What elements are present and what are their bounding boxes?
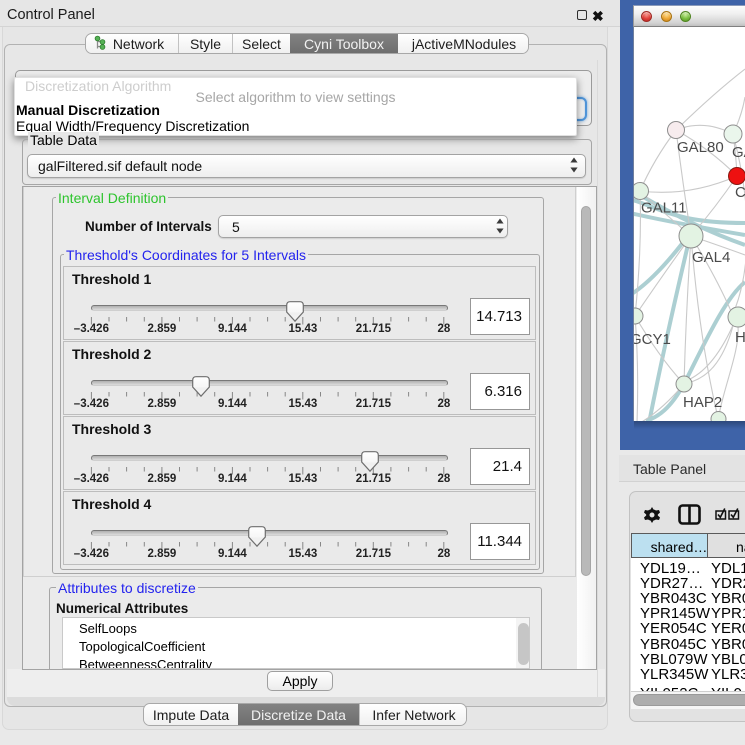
svg-text:GAL80: GAL80 — [677, 139, 724, 156]
svg-text:C: C — [735, 184, 745, 201]
svg-text:GAL11: GAL11 — [641, 200, 687, 217]
svg-text:GAL4: GAL4 — [692, 249, 730, 266]
svg-text:HAP2: HAP2 — [683, 394, 722, 411]
svg-text:GCY1: GCY1 — [634, 331, 671, 348]
svg-text:GA: GA — [732, 144, 745, 161]
svg-text:H: H — [735, 329, 745, 346]
